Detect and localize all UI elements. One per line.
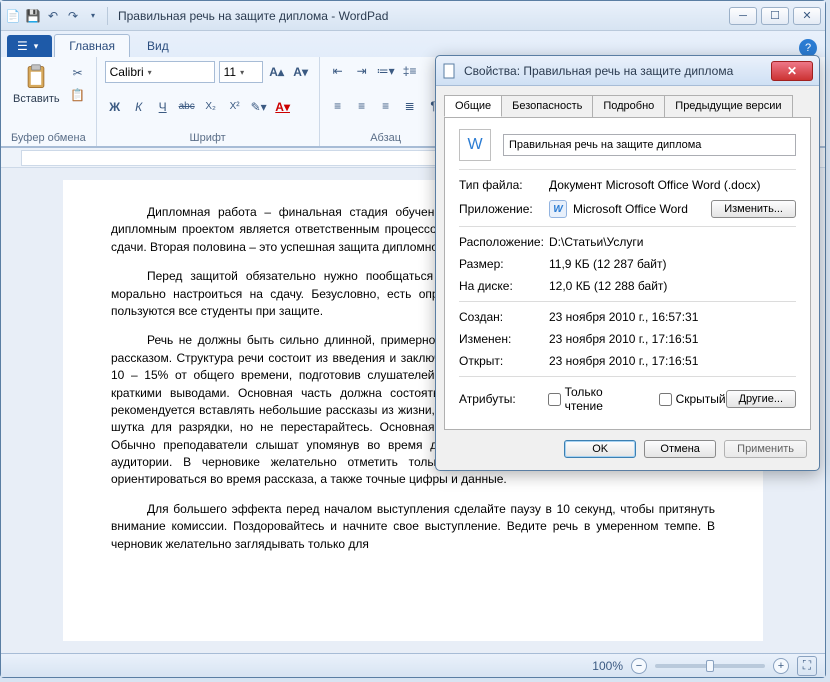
label-location: Расположение: (459, 235, 549, 249)
ok-button[interactable]: OK (564, 440, 636, 458)
value-ondisk: 12,0 КБ (12 288 байт) (549, 279, 796, 293)
change-app-button[interactable]: Изменить... (711, 200, 796, 218)
align-left-button[interactable]: ≡ (328, 96, 348, 116)
label-attributes: Атрибуты: (459, 392, 548, 406)
word-app-icon: W (549, 200, 567, 218)
save-icon[interactable]: 💾 (25, 8, 41, 24)
cancel-button[interactable]: Отмена (644, 440, 716, 458)
other-attributes-button[interactable]: Другие... (726, 390, 796, 408)
zoom-slider[interactable] (655, 664, 765, 668)
grow-font-button[interactable]: A▴ (267, 62, 287, 82)
tab-general[interactable]: Общие (444, 95, 502, 117)
undo-icon[interactable]: ↶ (45, 8, 61, 24)
properties-dialog: Свойства: Правильная речь на защите дипл… (435, 55, 820, 471)
quick-access-toolbar: 📄 💾 ↶ ↷ ▾ (5, 8, 101, 24)
tab-home[interactable]: Главная (54, 34, 130, 57)
paste-button[interactable]: Вставить (9, 61, 64, 107)
filename-input[interactable] (503, 134, 796, 156)
dialog-icon (442, 63, 458, 79)
word-document-icon: W (459, 129, 491, 161)
label-ondisk: На диске: (459, 279, 549, 293)
file-icon: ☰ (17, 39, 28, 53)
minimize-button[interactable]: ─ (729, 7, 757, 25)
zoom-in-button[interactable]: + (773, 658, 789, 674)
cut-button[interactable]: ✂ (68, 63, 88, 83)
titlebar: 📄 💾 ↶ ↷ ▾ Правильная речь на защите дипл… (1, 1, 825, 31)
highlight-color-button[interactable]: ✎▾ (249, 97, 269, 117)
hidden-checkbox[interactable]: Скрытый (659, 392, 726, 406)
font-color-button[interactable]: A▾ (273, 97, 293, 117)
apply-button[interactable]: Применить (724, 440, 807, 458)
dialog-tabs: Общие Безопасность Подробно Предыдущие в… (444, 95, 811, 118)
close-button[interactable]: ✕ (793, 7, 821, 25)
readonly-checkbox[interactable]: Только чтение (548, 385, 643, 413)
zoom-out-button[interactable]: − (631, 658, 647, 674)
maximize-button[interactable]: ☐ (761, 7, 789, 25)
clipboard-group: Вставить ✂ 📋 Буфер обмена (1, 57, 97, 146)
chevron-down-icon: ▾ (34, 41, 39, 52)
app-icon: 📄 (5, 8, 21, 24)
label-size: Размер: (459, 257, 549, 271)
italic-button[interactable]: К (129, 97, 149, 117)
align-right-button[interactable]: ≡ (376, 96, 396, 116)
justify-button[interactable]: ≣ (400, 96, 420, 116)
value-opened: 23 ноября 2010 г., 17:16:51 (549, 354, 796, 368)
paragraph-group: ⇤ ⇥ ≔▾ ‡≡ ≡ ≡ ≡ ≣ ¶ Абзац (320, 57, 453, 146)
decrease-indent-button[interactable]: ⇤ (328, 61, 348, 81)
shrink-font-button[interactable]: A▾ (291, 62, 311, 82)
label-filetype: Тип файла: (459, 178, 549, 192)
font-size-select[interactable]: 11▾ (219, 61, 263, 83)
tab-view[interactable]: Вид (132, 34, 184, 57)
dialog-titlebar[interactable]: Свойства: Правильная речь на защите дипл… (436, 56, 819, 86)
increase-indent-button[interactable]: ⇥ (352, 61, 372, 81)
redo-icon[interactable]: ↷ (65, 8, 81, 24)
tab-previous-versions[interactable]: Предыдущие версии (664, 95, 792, 117)
superscript-button[interactable]: X² (225, 97, 245, 117)
bullets-button[interactable]: ≔▾ (376, 61, 396, 81)
label-opened: Открыт: (459, 354, 549, 368)
value-size: 11,9 КБ (12 287 байт) (549, 257, 796, 271)
label-app: Приложение: (459, 202, 549, 216)
bold-button[interactable]: Ж (105, 97, 125, 117)
value-modified: 23 ноября 2010 г., 17:16:51 (549, 332, 796, 346)
strikethrough-button[interactable]: abc (177, 97, 197, 117)
font-group: Calibri▾ 11▾ A▴ A▾ Ж К Ч abc X₂ X² ✎▾ (97, 57, 320, 146)
tab-details[interactable]: Подробно (592, 95, 665, 117)
copy-button[interactable]: 📋 (68, 85, 88, 105)
dialog-buttons: OK Отмена Применить (444, 430, 811, 462)
dialog-title: Свойства: Правильная речь на защите дипл… (464, 64, 771, 78)
fullscreen-button[interactable]: ⛶ (797, 656, 817, 676)
align-center-button[interactable]: ≡ (352, 96, 372, 116)
dialog-close-button[interactable]: ✕ (771, 61, 813, 81)
qat-customize-icon[interactable]: ▾ (85, 8, 101, 24)
tab-security[interactable]: Безопасность (501, 95, 593, 117)
line-spacing-button[interactable]: ‡≡ (400, 61, 420, 81)
file-tab[interactable]: ☰ ▾ (7, 35, 52, 57)
underline-button[interactable]: Ч (153, 97, 173, 117)
zoom-level: 100% (592, 659, 623, 673)
label-modified: Изменен: (459, 332, 549, 346)
status-bar: 100% − + ⛶ (1, 653, 825, 677)
value-filetype: Документ Microsoft Office Word (.docx) (549, 178, 796, 192)
value-created: 23 ноября 2010 г., 16:57:31 (549, 310, 796, 324)
paragraph[interactable]: Для большего эффекта перед началом высту… (111, 501, 715, 553)
font-name-select[interactable]: Calibri▾ (105, 61, 215, 83)
value-location: D:\Статьи\Услуги (549, 235, 796, 249)
general-panel: W Тип файла: Документ Microsoft Office W… (444, 117, 811, 430)
label-created: Создан: (459, 310, 549, 324)
value-app: W Microsoft Office Word (549, 200, 711, 218)
clipboard-icon (22, 63, 50, 91)
subscript-button[interactable]: X₂ (201, 97, 221, 117)
window-title: Правильная речь на защите диплома - Word… (114, 9, 729, 23)
